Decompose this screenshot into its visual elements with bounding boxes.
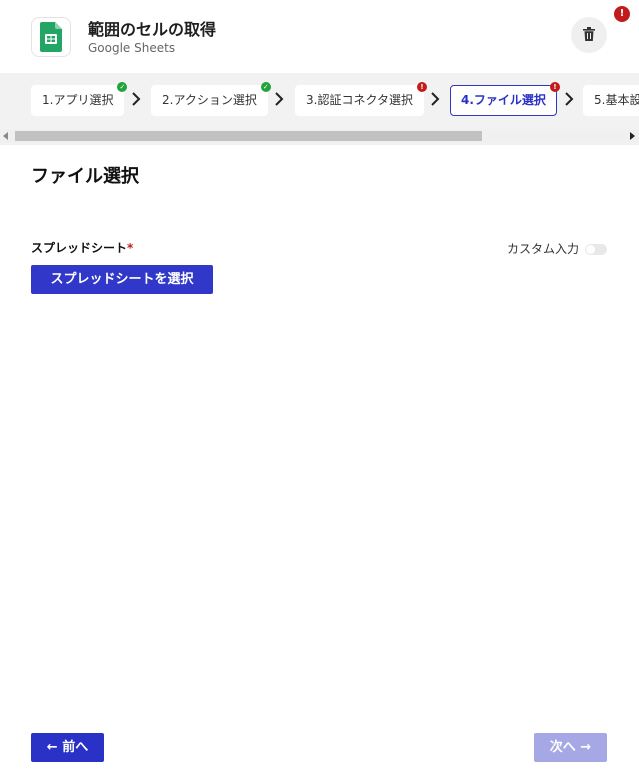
step-list: 1.アプリ選択 ✓ 2.アクション選択 ✓ 3.認証コネクタ選択 ! 4.ファイ… (0, 73, 639, 129)
step-label: 2.アクション選択 (162, 93, 257, 107)
check-icon: ✓ (260, 82, 271, 92)
scroll-right-arrow-icon[interactable] (630, 132, 635, 140)
error-icon: ! (549, 82, 560, 92)
alert-badge: ! (614, 6, 630, 22)
delete-button[interactable] (571, 17, 607, 53)
scroll-left-arrow-icon[interactable] (3, 132, 8, 140)
scrollbar-thumb[interactable] (15, 131, 482, 141)
previous-button[interactable]: ← 前へ (31, 733, 104, 762)
step-label: 4.ファイル選択 (461, 93, 546, 107)
error-icon: ! (416, 82, 427, 92)
chevron-right-icon (275, 92, 284, 106)
spreadsheet-field-label: スプレッドシート* (31, 240, 133, 256)
step-navigation: 1.アプリ選択 ✓ 2.アクション選択 ✓ 3.認証コネクタ選択 ! 4.ファイ… (0, 73, 639, 145)
step-auth-connector-select[interactable]: 3.認証コネクタ選択 ! (295, 82, 427, 116)
check-icon: ✓ (117, 82, 128, 92)
custom-input-label: カスタム入力 (507, 242, 580, 256)
step-file-select[interactable]: 4.ファイル選択 ! (450, 82, 560, 116)
step-app-select[interactable]: 1.アプリ選択 ✓ (31, 82, 128, 116)
step-label: 1.アプリ選択 (42, 93, 114, 107)
custom-input-toggle[interactable] (585, 244, 607, 255)
select-spreadsheet-button[interactable]: スプレッドシートを選択 (31, 265, 213, 294)
section-title: ファイル選択 (31, 166, 139, 187)
field-label-text: スプレッドシート (31, 241, 128, 255)
step-basic-settings[interactable]: 5.基本設 (583, 85, 639, 116)
horizontal-scrollbar[interactable] (0, 129, 639, 143)
google-sheets-icon (31, 17, 71, 57)
page-title: 範囲のセルの取得 (88, 20, 217, 39)
header: 範囲のセルの取得 Google Sheets ! (0, 0, 639, 73)
dialog-panel: 範囲のセルの取得 Google Sheets ! 1.アプリ選択 ✓ 2.アクシ… (0, 0, 639, 783)
chevron-right-icon (132, 92, 141, 106)
trash-icon (583, 26, 595, 45)
required-mark: * (127, 241, 134, 255)
chevron-right-icon (565, 92, 574, 106)
chevron-right-icon (431, 92, 440, 106)
step-label: 3.認証コネクタ選択 (306, 93, 413, 107)
app-name: Google Sheets (88, 41, 176, 55)
step-action-select[interactable]: 2.アクション選択 ✓ (151, 82, 271, 116)
next-button[interactable]: 次へ → (534, 733, 607, 762)
step-label: 5.基本設 (594, 93, 639, 107)
